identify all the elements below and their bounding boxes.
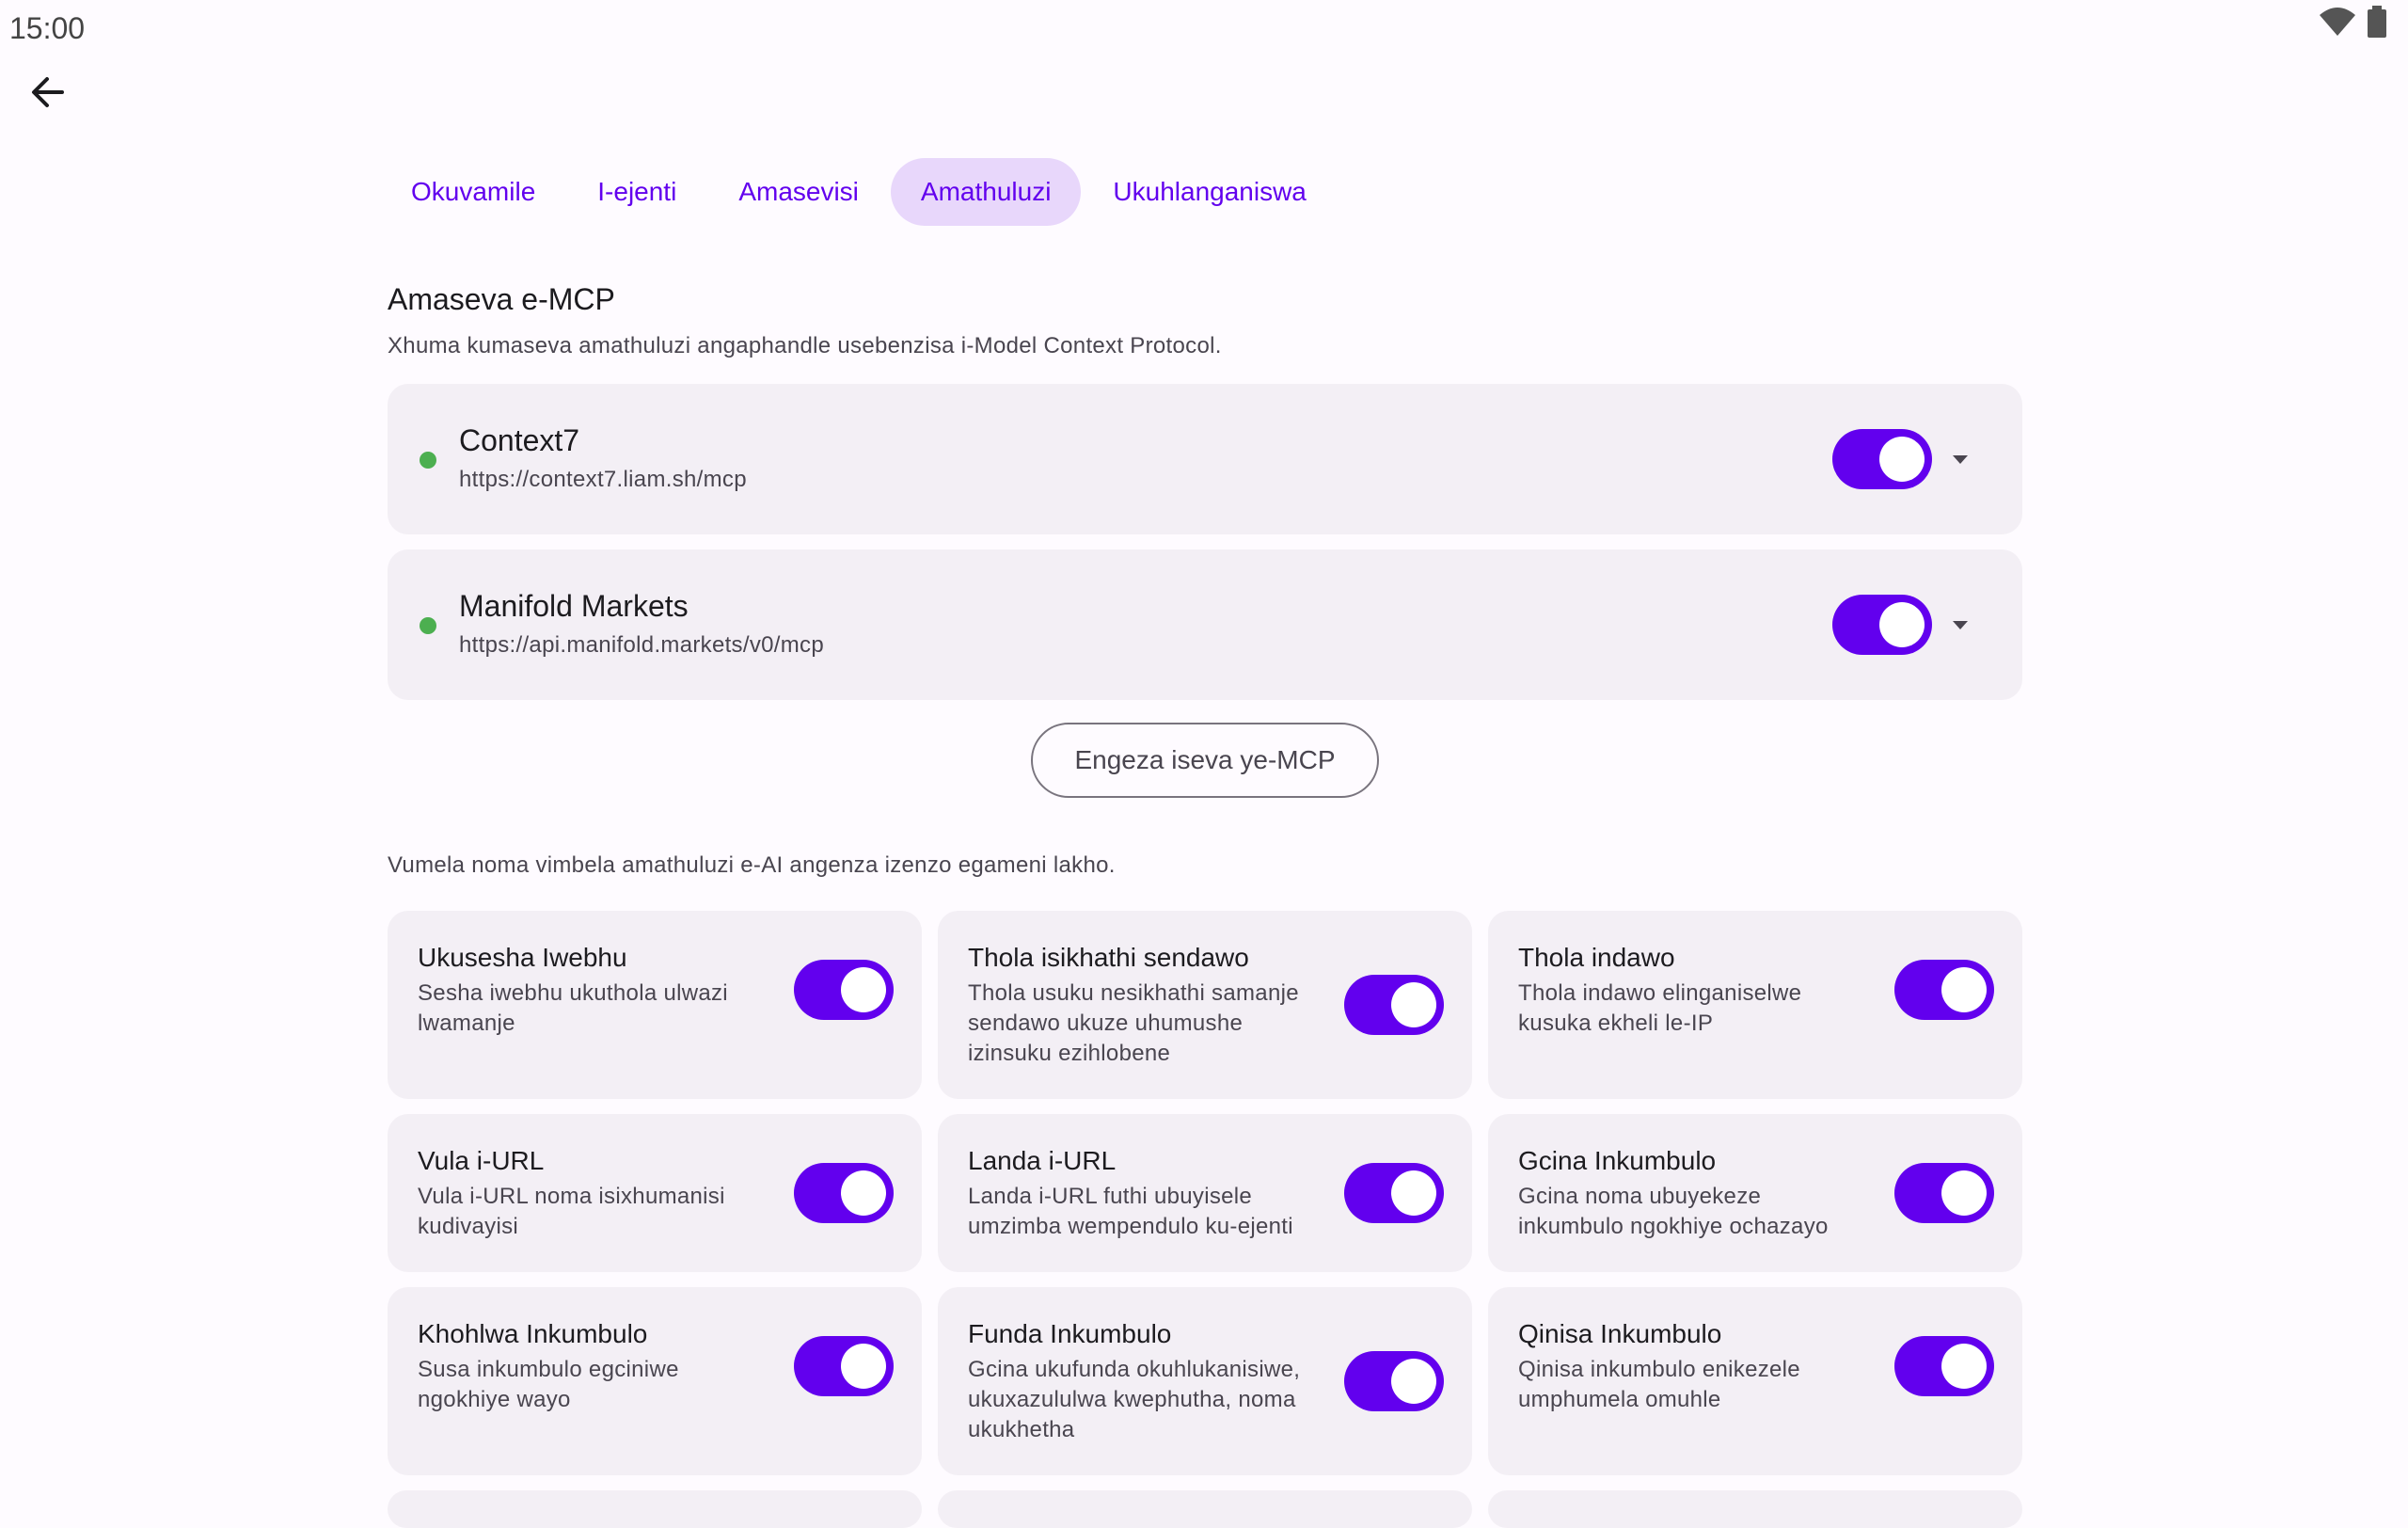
chevron-down-icon[interactable]	[1945, 610, 1975, 640]
toggle-knob	[1941, 1344, 1987, 1389]
tool-title: Thola indawo	[1518, 943, 1675, 972]
tool-toggle[interactable]	[1894, 960, 1994, 1020]
tool-card[interactable]: Funda Inkumbulo Gcina ukufunda okuhlukan…	[938, 1287, 1472, 1475]
tool-description: Sesha iwebhu ukuthola ulwazi lwamanje	[418, 980, 728, 1036]
server-toggle[interactable]	[1832, 595, 1932, 655]
tool-title: Thola isikhathi sendawo	[968, 943, 1249, 972]
add-mcp-server-button[interactable]: Engeza iseva ye-MCP	[1031, 723, 1379, 798]
back-button[interactable]	[21, 66, 73, 119]
tab-bar: Okuvamile I-ejenti Amasevisi Amathuluzi …	[381, 158, 1339, 226]
toggle-knob	[841, 967, 886, 1012]
server-name: Manifold Markets	[459, 589, 689, 623]
tool-description: Gcina noma ubuyekeze inkumbulo ngokhiye …	[1518, 1184, 1829, 1239]
mcp-section-title: Amaseva e-MCP	[388, 282, 615, 316]
tool-card[interactable]: Qinisa Inkumbulo Qinisa inkumbulo enikez…	[1488, 1287, 2022, 1475]
tool-description: Thola usuku nesikhathi samanje sendawo u…	[968, 980, 1299, 1066]
tool-toggle[interactable]	[1894, 1163, 1994, 1223]
tool-description: Qinisa inkumbulo enikezele umphumela omu…	[1518, 1357, 1800, 1412]
tool-title: Khohlwa Inkumbulo	[418, 1319, 648, 1348]
server-name: Context7	[459, 423, 580, 457]
tool-toggle[interactable]	[1344, 1163, 1444, 1223]
tab-amathuluzi[interactable]: Amathuluzi	[890, 158, 1082, 226]
tool-card-partial[interactable]	[388, 1490, 922, 1528]
status-dot	[420, 617, 436, 634]
tool-card-partial[interactable]	[938, 1490, 1472, 1528]
tool-toggle[interactable]	[1344, 975, 1444, 1035]
tool-description: Thola indawo elinganiselwe kusuka ekheli…	[1518, 980, 1802, 1036]
toggle-knob	[1941, 967, 1987, 1012]
toggle-knob	[1391, 982, 1436, 1027]
tool-card[interactable]: Khohlwa Inkumbulo Susa inkumbulo egciniw…	[388, 1287, 922, 1475]
tool-description: Landa i-URL futhi ubuyisele umzimba wemp…	[968, 1184, 1293, 1239]
server-url: https://api.manifold.markets/v0/mcp	[459, 632, 824, 658]
chevron-down-icon[interactable]	[1945, 444, 1975, 474]
tool-card[interactable]: Vula i-URL Vula i-URL noma isixhumanisi …	[388, 1114, 922, 1272]
tool-title: Vula i-URL	[418, 1146, 545, 1175]
tool-card[interactable]: Gcina Inkumbulo Gcina noma ubuyekeze ink…	[1488, 1114, 2022, 1272]
tab-i-ejenti[interactable]: I-ejenti	[567, 158, 706, 226]
mcp-server-card[interactable]: Manifold Markets https://api.manifold.ma…	[388, 549, 2022, 700]
toggle-knob	[1879, 602, 1925, 647]
tool-card[interactable]: Thola isikhathi sendawo Thola usuku nesi…	[938, 911, 1472, 1099]
tool-toggle[interactable]	[794, 960, 894, 1020]
tool-toggle[interactable]	[794, 1336, 894, 1396]
toggle-knob	[841, 1344, 886, 1389]
toggle-knob	[841, 1170, 886, 1216]
toggle-knob	[1391, 1170, 1436, 1216]
tool-description: Gcina ukufunda okuhlukanisiwe, ukuxazulu…	[968, 1357, 1301, 1442]
status-dot	[420, 452, 436, 469]
server-toggle[interactable]	[1832, 429, 1932, 489]
arrow-back-icon	[32, 77, 64, 107]
wifi-icon	[2320, 8, 2355, 36]
tool-card[interactable]: Ukusesha Iwebhu Sesha iwebhu ukuthola ul…	[388, 911, 922, 1099]
toggle-knob	[1941, 1170, 1987, 1216]
tool-card[interactable]: Landa i-URL Landa i-URL futhi ubuyisele …	[938, 1114, 1472, 1272]
tab-okuvamile[interactable]: Okuvamile	[381, 158, 565, 226]
status-bar: 15:00	[0, 0, 2408, 56]
battery-icon	[2368, 6, 2386, 38]
mcp-section-description: Xhuma kumaseva amathuluzi angaphandle us…	[388, 333, 1222, 358]
server-url: https://context7.liam.sh/mcp	[459, 467, 747, 492]
tools-description: Vumela noma vimbela amathuluzi e-AI ange…	[388, 852, 1116, 878]
toggle-knob	[1391, 1359, 1436, 1404]
tool-toggle[interactable]	[1344, 1351, 1444, 1411]
status-clock: 15:00	[9, 11, 86, 45]
tool-title: Gcina Inkumbulo	[1518, 1146, 1717, 1175]
tool-title: Landa i-URL	[968, 1146, 1117, 1175]
tool-card-partial[interactable]	[1488, 1490, 2022, 1528]
tool-toggle[interactable]	[794, 1163, 894, 1223]
system-icons	[2318, 6, 2387, 38]
tool-title: Qinisa Inkumbulo	[1518, 1319, 1722, 1348]
tool-title: Ukusesha Iwebhu	[418, 943, 627, 972]
tool-description: Vula i-URL noma isixhumanisi kudivayisi	[418, 1184, 725, 1239]
mcp-server-card[interactable]: Context7 https://context7.liam.sh/mcp	[388, 384, 2022, 534]
tool-description: Susa inkumbulo egciniwe ngokhiye wayo	[418, 1357, 679, 1412]
tool-title: Funda Inkumbulo	[968, 1319, 1172, 1348]
tool-card[interactable]: Thola indawo Thola indawo elinganiselwe …	[1488, 911, 2022, 1099]
tool-toggle[interactable]	[1894, 1336, 1994, 1396]
tab-amasevisi[interactable]: Amasevisi	[708, 158, 889, 226]
tab-ukuhlanganiswa[interactable]: Ukuhlanganiswa	[1083, 158, 1336, 226]
toggle-knob	[1879, 437, 1925, 482]
